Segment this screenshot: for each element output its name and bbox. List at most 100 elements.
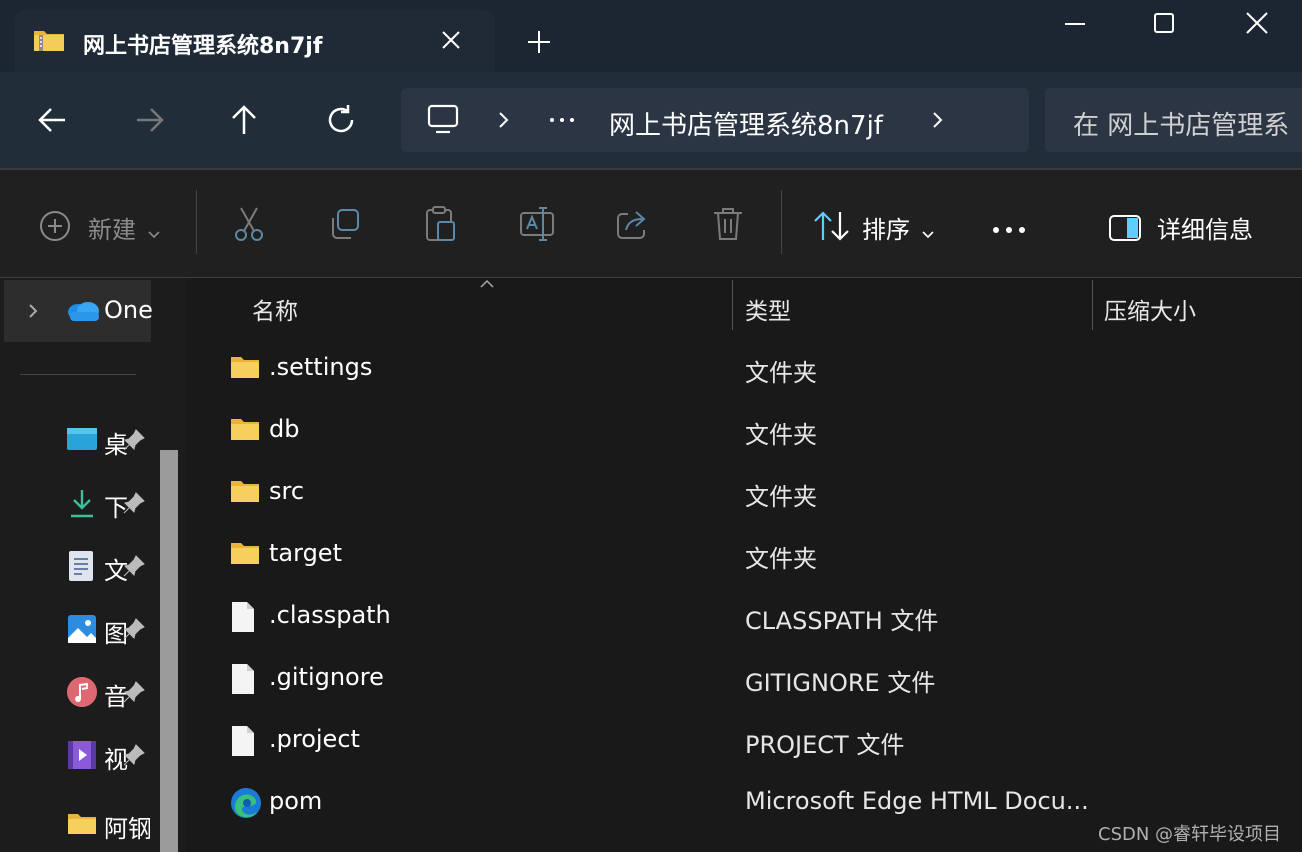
sidebar-item-music[interactable]: 音: [64, 672, 150, 712]
watermark: CSDN @睿轩毕设项目: [1098, 824, 1282, 845]
sidebar-item-label: 阿钢: [104, 815, 150, 843]
sidebar-item-folder[interactable]: 阿钢: [64, 804, 150, 844]
file-icon: [232, 602, 254, 632]
close-tab-icon[interactable]: [439, 28, 463, 52]
sidebar-item-pictures[interactable]: 图: [64, 609, 150, 649]
folder-icon: [231, 543, 259, 564]
active-tab[interactable]: 网上书店管理系统8n7jf: [15, 10, 495, 72]
download-icon: [71, 490, 93, 518]
pin-icon[interactable]: [122, 554, 146, 578]
navigation-bar: 网上书店管理系统8n7jf 在 网上书店管理系: [0, 72, 1302, 168]
forward-arrow-icon[interactable]: [129, 100, 169, 140]
file-row-icon: [230, 787, 262, 823]
column-separator[interactable]: [732, 280, 733, 330]
file-row-icon: [230, 663, 256, 699]
pin-icon[interactable]: [122, 617, 146, 641]
chevron-right-icon[interactable]: [493, 108, 513, 132]
new-plus-icon[interactable]: [38, 206, 72, 246]
share-icon[interactable]: [614, 204, 650, 244]
this-pc-icon: [427, 104, 459, 134]
cut-icon[interactable]: [231, 204, 267, 244]
chevron-down-icon[interactable]: [146, 214, 162, 254]
sidebar-divider: [20, 374, 136, 375]
onedrive-cloud-icon: [68, 302, 99, 321]
file-row[interactable]: src 文件夹: [188, 465, 1302, 521]
music-icon: [67, 677, 97, 707]
more-options-icon[interactable]: [990, 210, 1028, 250]
sidebar-item-onedrive[interactable]: One: [4, 280, 153, 342]
file-type: 文件夹: [745, 483, 817, 511]
up-arrow-icon[interactable]: [224, 100, 264, 140]
file-row-icon: [230, 479, 260, 507]
file-row-icon: [230, 417, 260, 445]
title-bar: 网上书店管理系统8n7jf: [0, 0, 1302, 72]
folder-icon: [231, 357, 259, 378]
sort-ascending-icon: [480, 279, 494, 288]
back-arrow-icon[interactable]: [33, 100, 73, 140]
command-bar: 新建 排序 详细信息: [0, 170, 1302, 278]
toolbar-separator: [781, 190, 782, 254]
sort-button[interactable]: 排序: [862, 210, 910, 245]
file-row[interactable]: .classpath CLASSPATH 文件: [188, 589, 1302, 645]
sidebar-item-videos[interactable]: 视: [64, 735, 150, 775]
file-name: db: [269, 415, 300, 443]
chevron-down-icon[interactable]: [920, 214, 936, 254]
rename-icon[interactable]: [518, 204, 556, 244]
copy-icon[interactable]: [327, 204, 363, 244]
sidebar-item-documents[interactable]: 文: [64, 546, 150, 586]
file-icon: [232, 664, 254, 694]
refresh-icon[interactable]: [321, 100, 361, 140]
column-header-name[interactable]: 名称: [252, 292, 298, 326]
file-row-icon: [230, 725, 256, 761]
maximize-icon[interactable]: [1139, 6, 1189, 42]
file-type: 文件夹: [745, 545, 817, 573]
pin-icon[interactable]: [122, 743, 146, 767]
file-name: .gitignore: [269, 663, 384, 691]
toolbar-separator: [196, 190, 197, 254]
file-name: src: [269, 477, 305, 505]
pin-icon[interactable]: [122, 491, 146, 515]
column-header-type[interactable]: 类型: [745, 292, 791, 326]
more-breadcrumb-icon[interactable]: [547, 108, 577, 132]
pictures-icon: [68, 615, 96, 643]
chevron-right-icon[interactable]: [26, 302, 40, 320]
file-row[interactable]: target 文件夹: [188, 527, 1302, 583]
search-input[interactable]: 在 网上书店管理系: [1073, 105, 1289, 142]
file-row-icon: [230, 541, 260, 569]
details-button[interactable]: 详细信息: [1157, 210, 1253, 245]
file-list: 名称 类型 压缩大小 .settings 文件夹 db 文件夹 src 文件夹 target…: [188, 278, 1302, 852]
file-row[interactable]: .settings 文件夹: [188, 341, 1302, 397]
file-icon: [232, 726, 254, 756]
delete-icon[interactable]: [711, 204, 745, 244]
column-separator[interactable]: [1092, 280, 1093, 330]
sidebar-scrollbar-thumb[interactable]: [160, 450, 178, 852]
file-row[interactable]: .gitignore GITIGNORE 文件: [188, 651, 1302, 707]
new-tab-icon[interactable]: [525, 28, 553, 56]
search-box[interactable]: 在 网上书店管理系: [1045, 88, 1302, 152]
sidebar-item-label: One: [104, 296, 153, 324]
pin-icon[interactable]: [122, 680, 146, 704]
details-pane-icon[interactable]: [1108, 208, 1144, 248]
file-row[interactable]: .project PROJECT 文件: [188, 713, 1302, 769]
file-name: .project: [269, 725, 360, 753]
sidebar-item-downloads[interactable]: 下: [64, 483, 150, 523]
breadcrumb-current[interactable]: 网上书店管理系统8n7jf: [609, 105, 883, 142]
folder-icon: [231, 481, 259, 502]
folder-zip-icon: [34, 31, 64, 51]
new-button[interactable]: 新建: [88, 210, 136, 245]
column-header-size[interactable]: 压缩大小: [1104, 292, 1196, 326]
file-name: .classpath: [269, 601, 391, 629]
edge-browser-icon: [231, 788, 261, 818]
file-row-icon: [230, 601, 256, 637]
file-row[interactable]: db 文件夹: [188, 403, 1302, 459]
minimize-icon[interactable]: [1050, 6, 1100, 42]
close-window-icon[interactable]: [1232, 6, 1282, 42]
file-type: CLASSPATH 文件: [745, 607, 939, 635]
address-bar[interactable]: 网上书店管理系统8n7jf: [401, 88, 1029, 152]
sidebar-item-desktop[interactable]: 桌: [64, 420, 150, 460]
sort-icon[interactable]: [812, 206, 852, 246]
pin-icon[interactable]: [122, 428, 146, 452]
chevron-right-icon[interactable]: [927, 108, 947, 132]
file-type: 文件夹: [745, 421, 817, 449]
paste-icon[interactable]: [422, 204, 458, 244]
